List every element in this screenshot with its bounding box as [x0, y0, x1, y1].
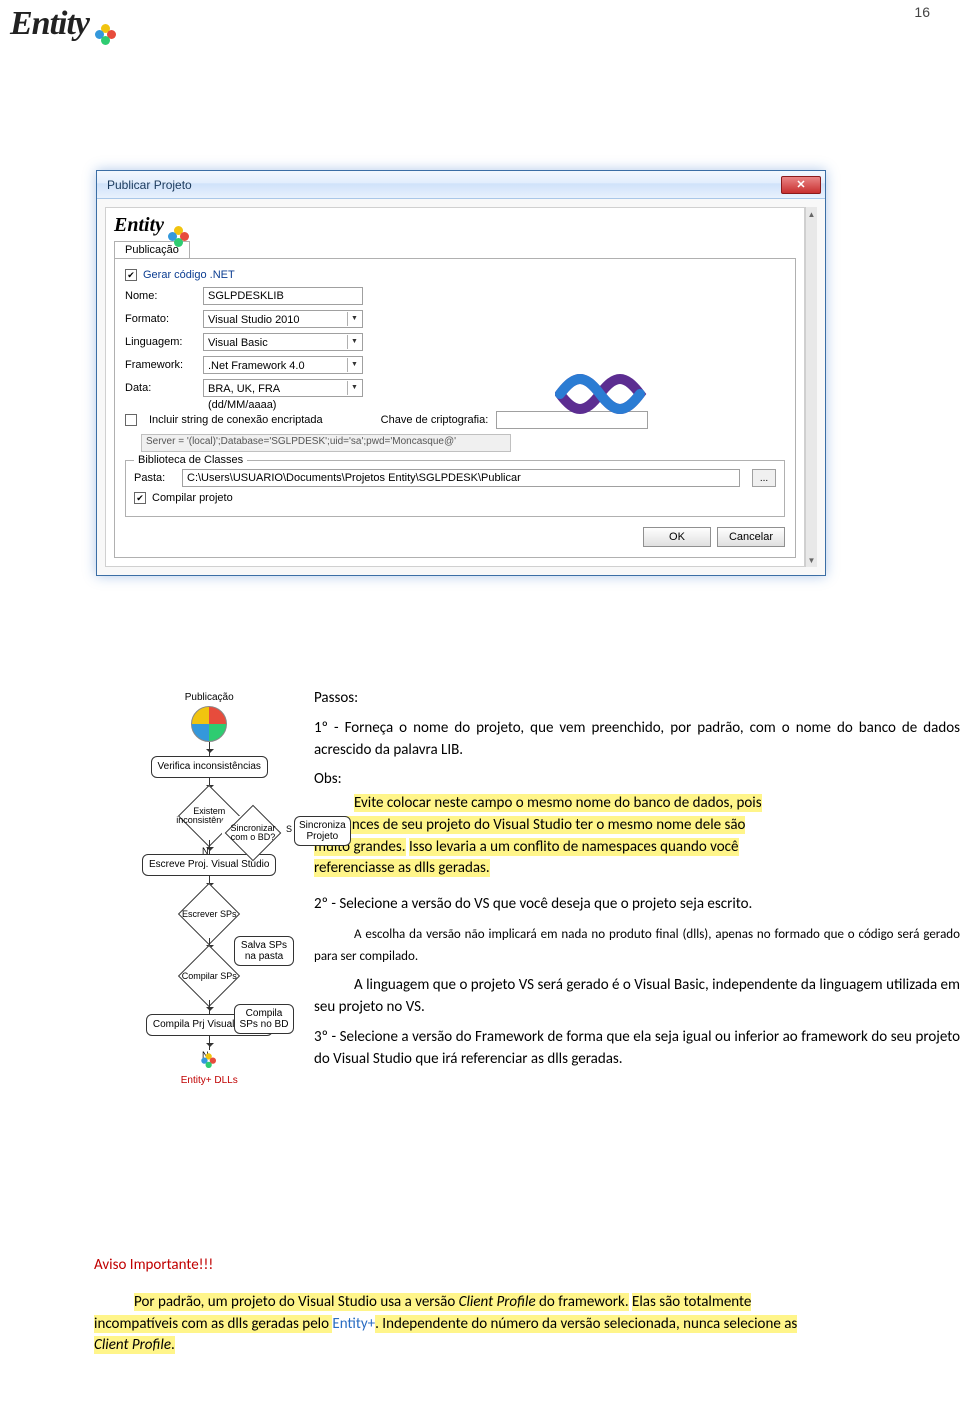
close-button[interactable]: ✕ — [781, 176, 821, 194]
aviso-heading: Aviso Importante!!! — [94, 1255, 960, 1277]
obs-line-2: as chances de seu projeto do Visual Stud… — [314, 815, 960, 837]
label-formato: Formato: — [125, 313, 195, 325]
label-framework: Framework: — [125, 359, 195, 371]
publicar-projeto-dialog: Publicar Projeto ✕ Entity Publicação — [96, 170, 826, 576]
label-data: Data: — [125, 382, 195, 394]
step-2c: A linguagem que o projeto VS será gerado… — [314, 975, 960, 1019]
checkbox-incluir-string[interactable] — [125, 414, 137, 426]
checkbox-compilar[interactable] — [134, 492, 146, 504]
fc-sync: Sincroniza Projeto — [294, 816, 351, 846]
tab-strip: Publicação — [114, 241, 796, 259]
aviso-line-2: incompatíveis com as dlls geradas pelo E… — [94, 1314, 960, 1336]
passos-heading: Passos: — [314, 688, 960, 710]
cancel-button[interactable]: Cancelar — [717, 527, 785, 547]
input-nome[interactable] — [203, 287, 363, 305]
group-biblioteca: Biblioteca de Classes Pasta: ... Compila… — [125, 460, 785, 517]
select-framework-value: .Net Framework 4.0 — [208, 360, 305, 372]
input-pasta[interactable] — [182, 469, 740, 487]
step-2b: A escolha da versão não implicará em nad… — [314, 924, 960, 968]
aviso-line-1: Por padrão, um projeto do Visual Studio … — [94, 1292, 960, 1314]
dialog-brand-name: Entity — [114, 214, 164, 237]
fc-sync-q: Sincronizar com o BD? — [222, 816, 284, 850]
chevron-down-icon: ▼ — [347, 381, 361, 395]
fc-compilar-sps: Compilar SPs — [176, 956, 242, 996]
select-formato[interactable]: Visual Studio 2010 ▼ — [203, 310, 363, 328]
connection-string: Server = '(local)';Database='SGLPDESK';u… — [141, 434, 511, 452]
obs-line-1: Evite colocar neste campo o mesmo nome d… — [314, 793, 960, 815]
text-column: Passos: 1º - Forneça o nome do projeto, … — [294, 688, 960, 1078]
select-data-value: BRA, UK, FRA (dd/MM/aaaa) — [208, 383, 280, 411]
ok-button[interactable]: OK — [643, 527, 711, 547]
fc-verify: Verifica inconsistências — [151, 756, 268, 778]
brand-name: Entity — [10, 5, 89, 43]
select-linguagem-value: Visual Basic — [208, 337, 268, 349]
dialog-brand: Entity — [114, 214, 796, 237]
select-data[interactable]: BRA, UK, FRA (dd/MM/aaaa) ▼ — [203, 379, 363, 397]
flowchart: Publicação Verifica inconsistências Exis… — [94, 688, 294, 1218]
fc-escrever-sps: Escrever SPs — [176, 894, 242, 934]
label-compilar: Compilar projeto — [152, 492, 233, 504]
obs-heading: Obs: — [314, 769, 960, 791]
select-linguagem[interactable]: Visual Basic ▼ — [203, 333, 363, 351]
fc-end: Entity+ DLLs — [181, 1050, 238, 1086]
bottom-text: Aviso Importante!!! Por padrão, um proje… — [94, 1240, 960, 1357]
obs-line-3: muito grandes. Isso levaria a um conflit… — [314, 837, 960, 859]
checkbox-gerar-codigo[interactable] — [125, 269, 137, 281]
chevron-down-icon: ▼ — [347, 358, 361, 372]
select-formato-value: Visual Studio 2010 — [208, 314, 300, 326]
chevron-down-icon: ▼ — [347, 335, 361, 349]
close-icon: ✕ — [796, 178, 805, 191]
select-framework[interactable]: .Net Framework 4.0 ▼ — [203, 356, 363, 374]
step-2a: 2º - Selecione a versão do VS que você d… — [314, 894, 960, 916]
label-pasta: Pasta: — [134, 472, 174, 484]
chevron-down-icon: ▼ — [347, 312, 361, 326]
page-number: 16 — [914, 4, 930, 20]
scroll-up-icon: ▲ — [806, 207, 817, 221]
label-gerar-codigo: Gerar código .NET — [143, 269, 235, 281]
group-legend: Biblioteca de Classes — [134, 454, 247, 466]
label-linguagem: Linguagem: — [125, 336, 195, 348]
fc-root-icon — [191, 706, 227, 742]
step-1: 1º - Forneça o nome do projeto, que vem … — [314, 718, 960, 762]
obs-line-4: referenciasse as dlls geradas. — [314, 858, 960, 880]
label-incluir-string: Incluir string de conexão encriptada — [149, 414, 323, 426]
fc-salva-sps: Salva SPs na pasta — [234, 936, 294, 966]
fc-label-s4: S — [286, 824, 292, 834]
label-chave: Chave de criptografia: — [381, 414, 489, 426]
scrollbar[interactable]: ▲ ▼ — [805, 207, 817, 567]
fc-compila-bd: Compila SPs no BD — [234, 1004, 294, 1034]
titlebar: Publicar Projeto ✕ — [97, 171, 825, 199]
browse-button[interactable]: ... — [752, 469, 776, 487]
tab-panel: Gerar código .NET Nome: Formato: Visual … — [114, 259, 796, 558]
brand-header: Entity — [10, 5, 95, 43]
fc-root-label: Publicação — [173, 688, 245, 706]
window-title: Publicar Projeto — [107, 178, 192, 192]
visual-studio-logo — [555, 369, 655, 422]
label-nome: Nome: — [125, 290, 195, 302]
aviso-line-3: Client Profile. — [94, 1335, 960, 1357]
scroll-down-icon: ▼ — [806, 553, 817, 567]
step-3: 3º - Selecione a versão do Framework de … — [314, 1027, 960, 1071]
